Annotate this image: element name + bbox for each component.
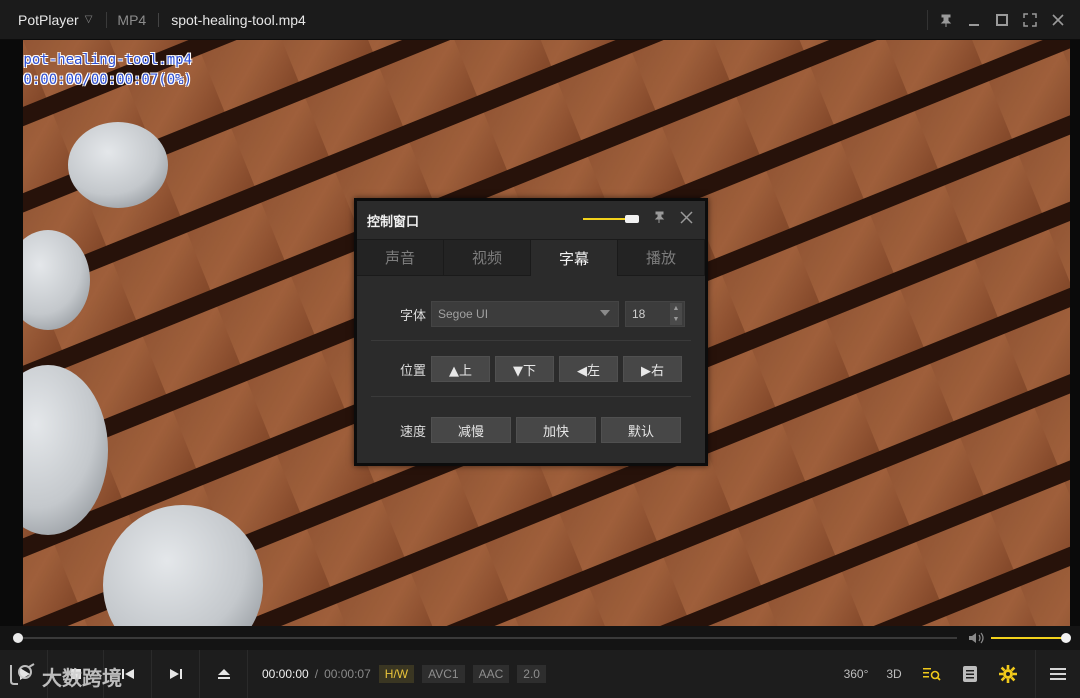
video-codec-badge[interactable]: AVC1 — [422, 665, 465, 683]
menu-icon[interactable] — [1036, 650, 1080, 698]
speed-label: 速度 — [399, 424, 426, 440]
window-controls — [927, 0, 1072, 40]
control-window-title: 控制窗口 — [367, 214, 420, 230]
app-menu-button[interactable]: PotPlayer ▽ — [0, 0, 92, 40]
osd-overlay: spot-healing-tool.mp4 00:00:00/00:00:07(… — [23, 50, 192, 90]
watermark: 大数跨境 — [8, 662, 122, 691]
divider — [927, 10, 928, 30]
total-time: 00:00:07 — [324, 667, 371, 681]
opacity-slider[interactable] — [583, 215, 639, 223]
increment-icon[interactable]: ▲ — [670, 303, 682, 314]
watermark-logo-icon — [8, 663, 38, 690]
file-title: spot-healing-tool.mp4 — [171, 11, 306, 28]
minimize-icon[interactable] — [960, 6, 988, 34]
maximize-icon[interactable] — [988, 6, 1016, 34]
subtitle-panel: 字体 Segoe UI 18 ▲ ▼ 位置 ▲上 ▼下 ◀左 ▶右 速度 减慢 … — [357, 276, 705, 465]
3d-button[interactable]: 3D — [875, 650, 913, 698]
control-window-header[interactable]: 控制窗口 — [357, 201, 705, 239]
seek-handle[interactable] — [13, 633, 23, 643]
volume-slider[interactable] — [991, 637, 1064, 639]
time-separator: / — [314, 667, 319, 681]
tab-video[interactable]: 视频 — [444, 240, 531, 276]
chevron-down-icon: ▽ — [84, 14, 93, 25]
opacity-slider-handle[interactable] — [625, 215, 639, 223]
seek-bar-area — [0, 626, 1080, 650]
subtitle-search-icon[interactable] — [913, 650, 951, 698]
osd-timecode: 00:00:00/00:00:07(0%) — [23, 72, 193, 88]
control-window: 控制窗口 声音 视频 字幕 播放 字体 Segoe UI 18 ▲ ▼ 位置 ▲… — [354, 198, 708, 466]
divider — [371, 340, 691, 341]
tab-audio[interactable]: 声音 — [357, 240, 444, 276]
tab-subtitle[interactable]: 字幕 — [531, 240, 618, 276]
position-left-button[interactable]: ◀左 — [559, 356, 618, 382]
hw-decode-badge[interactable]: H/W — [378, 665, 415, 683]
volume-handle[interactable] — [1061, 633, 1071, 643]
control-bar: 00:00:00 / 00:00:07 H/W AVC1 AAC 2.0 360… — [0, 650, 1080, 698]
title-bar: PotPlayer ▽ MP4 spot-healing-tool.mp4 — [0, 0, 1080, 40]
font-size-stepper[interactable]: 18 ▲ ▼ — [625, 301, 685, 327]
pin-icon[interactable] — [932, 6, 960, 34]
current-time: 00:00:00 — [262, 667, 309, 681]
faster-button[interactable]: 加快 — [516, 417, 596, 443]
default-speed-button[interactable]: 默认 — [601, 417, 681, 443]
position-label: 位置 — [399, 363, 426, 379]
position-down-button[interactable]: ▼下 — [495, 356, 554, 382]
fullscreen-icon[interactable] — [1016, 6, 1044, 34]
next-icon[interactable] — [152, 650, 200, 698]
gear-icon[interactable] — [989, 650, 1027, 698]
divider — [371, 396, 691, 397]
watermark-text: 大数跨境 — [42, 666, 122, 690]
format-label: MP4 — [117, 11, 147, 28]
font-size-value: 18 — [632, 307, 646, 321]
video-frame-left — [0, 40, 23, 626]
tab-playback[interactable]: 播放 — [618, 240, 705, 276]
speed-row: 速度 减慢 加快 默认 — [357, 415, 705, 445]
position-up-button[interactable]: ▲上 — [431, 356, 490, 382]
divider — [106, 11, 108, 28]
close-icon[interactable] — [1044, 6, 1072, 34]
divider — [158, 12, 160, 27]
seek-bar[interactable] — [17, 637, 957, 639]
audio-codec-badge[interactable]: AAC — [472, 665, 510, 683]
osd-filename: spot-healing-tool.mp4 — [23, 52, 193, 68]
pin-icon[interactable] — [654, 211, 666, 227]
font-select-value: Segoe UI — [438, 307, 489, 321]
playlist-icon[interactable] — [951, 650, 989, 698]
chevron-down-icon — [600, 310, 610, 316]
font-label: 字体 — [399, 308, 426, 324]
volume-icon[interactable] — [968, 631, 984, 648]
close-icon[interactable] — [680, 209, 693, 228]
video-frame-right — [1070, 40, 1080, 626]
opacity-slider-track — [583, 218, 629, 220]
control-window-tabs: 声音 视频 字幕 播放 — [357, 239, 705, 276]
vr-360-button[interactable]: 360° — [837, 650, 875, 698]
app-brand-label: PotPlayer — [18, 11, 79, 28]
font-select[interactable]: Segoe UI — [431, 301, 619, 327]
position-row: 位置 ▲上 ▼下 ◀左 ▶右 — [357, 354, 705, 384]
audio-channels-badge[interactable]: 2.0 — [517, 665, 546, 683]
slower-button[interactable]: 减慢 — [431, 417, 511, 443]
position-right-button[interactable]: ▶右 — [623, 356, 682, 382]
font-row: 字体 Segoe UI 18 ▲ ▼ — [357, 299, 705, 329]
decrement-icon[interactable]: ▼ — [670, 314, 682, 325]
right-controls: 360° 3D — [837, 650, 1080, 698]
eject-icon[interactable] — [200, 650, 248, 698]
